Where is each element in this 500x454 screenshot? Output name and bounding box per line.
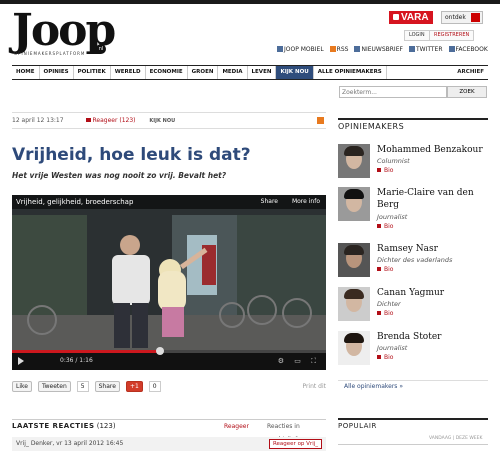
vara-logo[interactable]: VARA bbox=[389, 11, 433, 24]
mail-icon bbox=[354, 46, 361, 52]
gplus-count: 0 bbox=[148, 380, 161, 392]
comments-heading: LAATSTE REACTIES bbox=[12, 422, 95, 430]
opiniemaker-item[interactable]: Canan Yagmur Dichter Bio bbox=[338, 287, 488, 327]
nav-opinies[interactable]: OPINIES bbox=[40, 66, 74, 79]
opiniemaker-role: Dichter des vaderlands bbox=[377, 256, 453, 264]
video-settings-icons[interactable]: ⚙ ▭ ⛶ bbox=[278, 357, 320, 366]
video-time: 0:36 / 1:16 bbox=[60, 357, 93, 364]
nav-kijk-nou[interactable]: KIJK NOU bbox=[276, 66, 314, 79]
search-input[interactable] bbox=[339, 86, 447, 98]
video-title[interactable]: Vrijheid, gelijkheid, broederschap bbox=[12, 195, 326, 209]
opiniemaker-role: Journalist bbox=[377, 344, 408, 352]
logo-tagline: OPINIEMAKERSPLATFORM bbox=[14, 51, 86, 56]
main-nav: HOME OPINIES POLITIEK WERELD ECONOMIE GR… bbox=[12, 65, 488, 80]
sidebar-heading: OPINIEMAKERS bbox=[338, 118, 488, 134]
opiniemaker-role: Dichter bbox=[377, 300, 401, 308]
bio-link[interactable]: Bio bbox=[377, 167, 393, 174]
avatar[interactable] bbox=[338, 243, 370, 277]
comments-header: LAATSTE REACTIES (123) Reageer Reacties … bbox=[12, 419, 326, 443]
social-link-twitter[interactable]: TWITTER bbox=[408, 46, 443, 53]
video-share-button[interactable]: Share bbox=[261, 195, 278, 209]
social-link-mobile[interactable]: JOOP MOBIEL bbox=[277, 46, 324, 53]
article-meta: 12 april 12 13:17 Reageer (123) KIJK NOU bbox=[12, 112, 326, 129]
logo-badge: nl bbox=[96, 44, 106, 54]
comments-reageer-link[interactable]: Reageer bbox=[224, 420, 249, 433]
vara-mark-icon bbox=[393, 14, 399, 20]
opiniemaker-name[interactable]: Marie-Claire van den Berg bbox=[377, 187, 489, 211]
article-date: 12 april 12 13:17 bbox=[12, 117, 64, 124]
video-scrubber[interactable] bbox=[155, 347, 164, 355]
video-controls: 0:36 / 1:16 ⚙ ▭ ⛶ bbox=[12, 347, 326, 370]
facebook-like-button[interactable]: Like bbox=[12, 380, 32, 392]
avatar[interactable] bbox=[338, 287, 370, 321]
rss-icon bbox=[329, 46, 336, 52]
opiniemaker-item[interactable]: Brenda Stoter Journalist Bio bbox=[338, 331, 488, 371]
opiniemaker-item[interactable]: Ramsey Nasr Dichter des vaderlands Bio bbox=[338, 243, 488, 283]
login-button[interactable]: LOGIN bbox=[404, 30, 430, 41]
opiniemaker-role: Columnist bbox=[377, 157, 410, 165]
video-progress-fill bbox=[12, 350, 160, 353]
rss-icon[interactable] bbox=[317, 117, 324, 124]
article-lede: Het vrije Westen was nog nooit zo vrij. … bbox=[12, 171, 227, 180]
nav-archief[interactable]: ARCHIEF bbox=[457, 66, 484, 79]
vara-label: VARA bbox=[401, 12, 429, 23]
bio-link[interactable]: Bio bbox=[377, 354, 393, 361]
tweet-count: 5 bbox=[76, 380, 89, 392]
divider bbox=[338, 444, 488, 445]
twitter-icon bbox=[408, 46, 415, 52]
avatar[interactable] bbox=[338, 331, 370, 365]
category-label[interactable]: KIJK NOU bbox=[149, 118, 175, 124]
avatar[interactable] bbox=[338, 187, 370, 221]
nav-home[interactable]: HOME bbox=[12, 66, 40, 79]
opiniemaker-item[interactable]: Mohammed Benzakour Columnist Bio bbox=[338, 144, 488, 184]
print-link[interactable]: Print dit bbox=[302, 383, 326, 390]
ontdek-dropdown[interactable]: ontdek bbox=[441, 11, 483, 24]
social-links: JOOP MOBIEL RSS NIEUWSBRIEF TWITTER FACE… bbox=[277, 46, 488, 53]
nav-alle-opiniemakers[interactable]: ALLE OPINIEMAKERS bbox=[314, 66, 387, 79]
reactions-link[interactable]: Reageer (123) bbox=[86, 117, 136, 124]
gplus-button[interactable]: +1 bbox=[125, 380, 143, 392]
nav-politiek[interactable]: POLITIEK bbox=[74, 66, 111, 79]
video-frame bbox=[12, 195, 326, 370]
nav-wereld[interactable]: WERELD bbox=[111, 66, 146, 79]
comment-row: Vrij_ Denker, vr 13 april 2012 16:45 Rea… bbox=[12, 437, 326, 451]
all-opiniemakers-link[interactable]: Alle opiniemakers » bbox=[338, 380, 488, 393]
social-link-rss[interactable]: RSS bbox=[329, 46, 348, 53]
opiniemaker-item[interactable]: Marie-Claire van den Berg Journalist Bio bbox=[338, 187, 489, 230]
popular-heading: POPULAIR bbox=[338, 418, 488, 432]
facebook-icon bbox=[448, 46, 455, 52]
bio-link[interactable]: Bio bbox=[377, 310, 393, 317]
bio-link[interactable]: Bio bbox=[377, 266, 393, 273]
reply-button[interactable]: Reageer op Vrij_ bbox=[268, 439, 322, 449]
nav-leven[interactable]: LEVEN bbox=[248, 66, 277, 79]
opiniemaker-role: Journalist bbox=[377, 213, 408, 221]
article-title: Vrijheid, hoe leuk is dat? bbox=[12, 145, 251, 165]
video-player[interactable]: Vrijheid, gelijkheid, broederschap Share… bbox=[12, 195, 326, 370]
linkedin-share-button[interactable]: Share bbox=[94, 380, 120, 392]
social-link-newsletter[interactable]: NIEUWSBRIEF bbox=[354, 46, 403, 53]
opiniemaker-name[interactable]: Ramsey Nasr bbox=[377, 243, 489, 255]
nav-groen[interactable]: GROEN bbox=[188, 66, 219, 79]
opiniemaker-name[interactable]: Mohammed Benzakour bbox=[377, 144, 489, 156]
opiniemaker-name[interactable]: Brenda Stoter bbox=[377, 331, 489, 343]
video-more-info-button[interactable]: More info bbox=[292, 195, 320, 209]
popular-tabs[interactable]: VANDAAG | DEZE WEEK bbox=[429, 436, 482, 441]
search-form: ZOEK bbox=[339, 86, 487, 98]
nav-media[interactable]: MEDIA bbox=[218, 66, 248, 79]
mobile-icon bbox=[277, 46, 283, 52]
tweet-button[interactable]: Tweeten bbox=[37, 380, 71, 392]
opiniemaker-name[interactable]: Canan Yagmur bbox=[377, 287, 489, 299]
share-bar: Like Tweeten 5 Share +1 0 Print dit bbox=[12, 378, 326, 394]
social-link-facebook[interactable]: FACEBOOK bbox=[448, 46, 488, 53]
play-icon[interactable] bbox=[18, 357, 24, 365]
top-bar bbox=[0, 0, 500, 4]
nav-economie[interactable]: ECONOMIE bbox=[146, 66, 188, 79]
bio-link[interactable]: Bio bbox=[377, 223, 393, 230]
comment-author: Vrij_ Denker, vr 13 april 2012 16:45 bbox=[16, 440, 124, 447]
search-button[interactable]: ZOEK bbox=[447, 86, 487, 98]
register-button[interactable]: REGISTREREN bbox=[429, 30, 475, 41]
comments-count: (123) bbox=[96, 422, 116, 430]
avatar[interactable] bbox=[338, 144, 370, 178]
